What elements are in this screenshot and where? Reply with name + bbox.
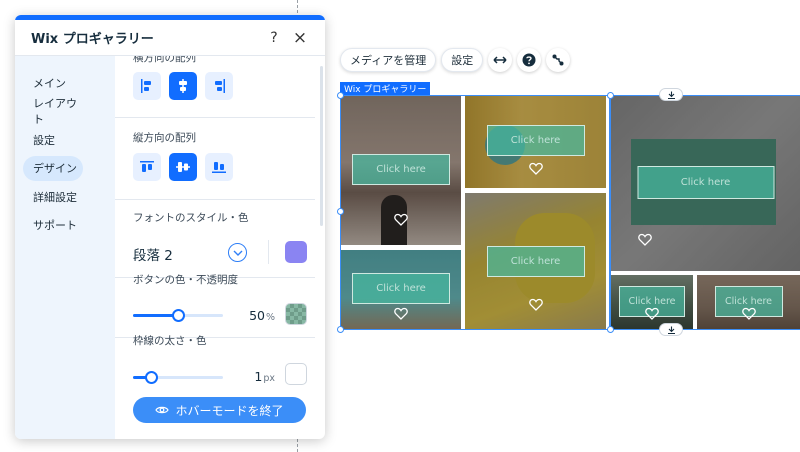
panel-scrollbar[interactable]: [320, 66, 323, 226]
font-style-title: フォントのスタイル・色: [133, 212, 249, 224]
exit-hover-mode-label: ホバーモードを終了: [175, 403, 284, 418]
heart-icon: [394, 213, 408, 226]
border-color-swatch[interactable]: [285, 363, 307, 385]
button-opacity-slider[interactable]: [133, 309, 223, 322]
settings-button[interactable]: 設定: [441, 48, 484, 72]
button-color-swatch[interactable]: [285, 303, 307, 325]
align-right-icon: [215, 79, 225, 93]
border-width-value: 1px: [254, 369, 275, 384]
font-color-swatch[interactable]: [285, 241, 307, 263]
question-icon: [522, 53, 536, 67]
align-bottom-icon: [212, 162, 226, 173]
border-width-slider[interactable]: [133, 371, 223, 384]
gallery-item-cta[interactable]: Click here: [352, 154, 450, 185]
stretch-button[interactable]: [488, 48, 513, 72]
gallery-top-handle[interactable]: [659, 88, 683, 101]
button-opacity-slider-thumb[interactable]: [172, 309, 185, 322]
border-title: 枠線の太さ・色: [133, 335, 207, 347]
align-right-button[interactable]: [205, 72, 233, 100]
gallery-item-cta[interactable]: Click here: [486, 125, 585, 156]
gallery-item[interactable]: Click here: [697, 275, 800, 330]
sidebar-item-main[interactable]: メイン: [23, 70, 83, 95]
gallery-toolbar: メディアを管理 設定: [340, 48, 571, 72]
resize-handle[interactable]: [607, 92, 614, 99]
resize-handle[interactable]: [337, 92, 344, 99]
eye-icon: [155, 406, 170, 414]
close-icon[interactable]: ×: [289, 27, 311, 49]
align-center-h-button[interactable]: [169, 72, 197, 100]
gallery-item-cta[interactable]: Click here: [352, 273, 450, 304]
sidebar-item-settings[interactable]: 設定: [23, 127, 83, 152]
gallery-item-cta[interactable]: Click here: [486, 246, 585, 277]
gallery-item[interactable]: Click here: [611, 275, 693, 330]
align-left-button[interactable]: [133, 72, 161, 100]
gallery-item[interactable]: Click here: [465, 193, 606, 330]
heart-icon: [638, 233, 652, 246]
panel-sidebar: メイン レイアウト 設定 デザイン 詳細設定 サポート: [15, 56, 115, 439]
heart-icon: [394, 307, 408, 320]
resize-handle[interactable]: [337, 208, 344, 215]
sidebar-item-layout[interactable]: レイアウト: [23, 97, 83, 126]
heart-icon: [741, 307, 756, 320]
panel-header[interactable]: Wix プロギャラリー ? ×: [15, 20, 325, 56]
gallery[interactable]: Click here Click here Click here Click h…: [337, 88, 800, 336]
download-icon: [667, 91, 675, 99]
panel-content: 横方向の配列 縦方向の配列 フォントのスタイル・色 段落 2 ボタンの色・不透明…: [115, 56, 325, 439]
border-width-slider-thumb[interactable]: [145, 371, 158, 384]
connect-icon: [552, 54, 564, 66]
gallery-item[interactable]: Click here: [341, 250, 461, 330]
align-top-icon: [140, 161, 154, 172]
font-style-value[interactable]: 段落 2: [133, 244, 173, 264]
panel-title: Wix プロギャラリー: [31, 32, 154, 47]
align-bottom-button[interactable]: [205, 153, 233, 181]
font-dropdown-button[interactable]: [228, 243, 247, 262]
gallery-item[interactable]: Click here: [611, 95, 800, 271]
resize-handle[interactable]: [337, 326, 344, 333]
manage-media-button[interactable]: メディアを管理: [340, 48, 437, 72]
gallery-item[interactable]: Click here: [341, 95, 461, 245]
gallery-label: Wix プロギャラリー: [340, 82, 431, 95]
gallery-bottom-handle[interactable]: [659, 323, 683, 336]
sidebar-item-advanced[interactable]: 詳細設定: [23, 184, 95, 209]
align-center-icon: [179, 79, 187, 93]
vertical-align-title: 縦方向の配列: [133, 132, 196, 144]
align-middle-button[interactable]: [169, 153, 197, 181]
button-opacity-value: 50%: [249, 308, 275, 323]
sidebar-item-design[interactable]: デザイン: [23, 155, 83, 181]
align-left-icon: [141, 79, 151, 93]
heart-icon: [528, 162, 543, 175]
connect-button[interactable]: [546, 48, 571, 72]
gallery-item[interactable]: Click here: [465, 95, 606, 188]
gallery-item-cta[interactable]: Click here: [637, 166, 774, 199]
horizontal-align-title: 横方向の配列: [133, 56, 196, 64]
heart-icon: [645, 307, 659, 320]
stretch-arrows-icon: [493, 56, 507, 64]
download-icon: [667, 326, 675, 334]
button-color-title: ボタンの色・不透明度: [133, 274, 238, 286]
help-button[interactable]: [517, 48, 542, 72]
sidebar-item-support[interactable]: サポート: [23, 213, 95, 238]
align-top-button[interactable]: [133, 153, 161, 181]
heart-icon: [528, 298, 543, 311]
align-middle-icon: [176, 162, 190, 172]
exit-hover-mode-button[interactable]: ホバーモードを終了: [133, 397, 306, 423]
resize-handle[interactable]: [607, 326, 614, 333]
help-icon[interactable]: ?: [263, 27, 285, 49]
gallery-settings-panel: Wix プロギャラリー ? × メイン レイアウト 設定 デザイン 詳細設定 サ…: [15, 15, 325, 439]
chevron-down-icon: [233, 250, 242, 256]
